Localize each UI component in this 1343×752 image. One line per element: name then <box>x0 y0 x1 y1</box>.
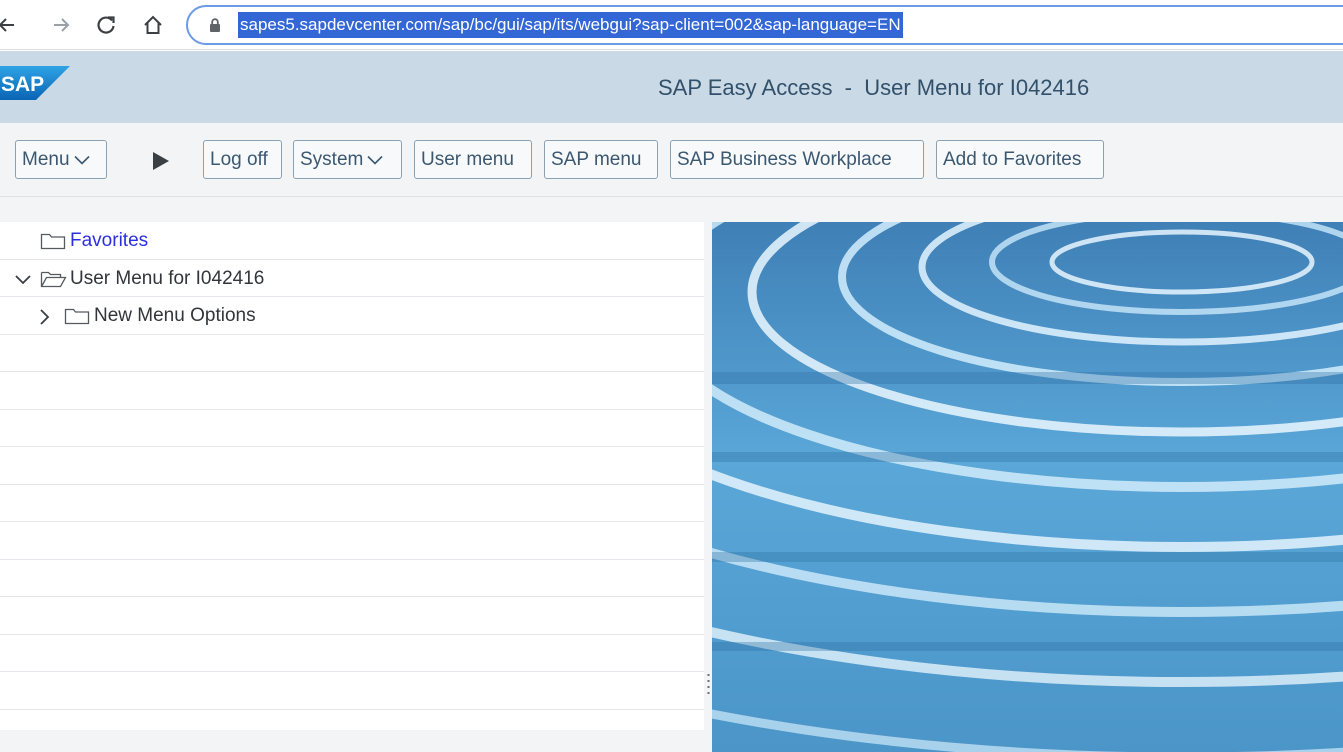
folder-icon <box>64 308 90 325</box>
chevron-right-icon[interactable] <box>38 308 50 326</box>
reload-icon[interactable] <box>91 10 121 40</box>
tree-row-empty <box>0 560 704 597</box>
address-bar[interactable]: sapes5.sapdevcenter.com/sap/bc/gui/sap/i… <box>186 5 1343 45</box>
menu-button-label: Menu <box>22 149 70 170</box>
page-title: SAP Easy Access - User Menu for I042416 <box>658 75 1090 100</box>
new-menu-options-label[interactable]: New Menu Options <box>94 305 256 327</box>
folder-icon <box>40 233 66 250</box>
tree-row-empty <box>0 372 704 410</box>
tree-row-empty <box>0 522 704 560</box>
lock-icon <box>210 18 220 32</box>
tree-row-empty <box>0 672 704 710</box>
tree-node-user-menu[interactable]: User Menu for I042416 <box>0 260 704 297</box>
system-button[interactable]: System <box>293 140 402 179</box>
home-icon[interactable] <box>138 10 168 40</box>
chevron-down-icon <box>367 141 383 178</box>
favorites-label[interactable]: Favorites <box>70 230 148 252</box>
sap-business-workplace-button[interactable]: SAP Business Workplace <box>670 140 924 179</box>
application-toolbar: Menu Log off System User menu SAP menu S… <box>0 123 1343 197</box>
tree-row-empty <box>0 335 704 372</box>
chevron-down-icon[interactable] <box>14 274 32 286</box>
menu-button[interactable]: Menu <box>15 140 107 179</box>
tree-row-empty <box>0 597 704 635</box>
tree-row-empty <box>0 485 704 522</box>
drag-handle-icon[interactable] <box>707 673 710 695</box>
browser-toolbar: sapes5.sapdevcenter.com/sap/bc/gui/sap/i… <box>0 0 1343 50</box>
open-folder-icon <box>40 271 67 287</box>
menu-tree: Favorites User Menu for I042416 New Menu… <box>0 222 704 730</box>
tree-node-new-menu-options[interactable]: New Menu Options <box>0 297 704 335</box>
chevron-down-icon <box>73 141 90 178</box>
sap-menu-button[interactable]: SAP menu <box>544 140 658 179</box>
sap-shell-header: SAP SAP Easy Access - User Menu for I042… <box>0 51 1343 123</box>
tree-node-favorites[interactable]: Favorites <box>0 222 704 260</box>
sap-logo-text: SAP <box>1 73 44 96</box>
tree-row-empty <box>0 447 704 485</box>
forward-arrow-icon[interactable] <box>46 10 76 40</box>
back-arrow-icon[interactable] <box>0 10 22 40</box>
url-text[interactable]: sapes5.sapdevcenter.com/sap/bc/gui/sap/i… <box>238 12 903 38</box>
sap-logo: SAP <box>0 66 70 100</box>
play-icon[interactable] <box>148 149 172 173</box>
user-menu-label[interactable]: User Menu for I042416 <box>70 268 264 290</box>
add-to-favorites-button[interactable]: Add to Favorites <box>936 140 1104 179</box>
system-button-label: System <box>300 149 364 170</box>
water-ripple-image <box>712 222 1343 752</box>
user-menu-button[interactable]: User menu <box>414 140 532 179</box>
tree-row-empty <box>0 410 704 447</box>
content-area: Favorites User Menu for I042416 New Menu… <box>0 197 1343 752</box>
tree-row-empty <box>0 635 704 672</box>
log-off-button[interactable]: Log off <box>203 140 282 179</box>
